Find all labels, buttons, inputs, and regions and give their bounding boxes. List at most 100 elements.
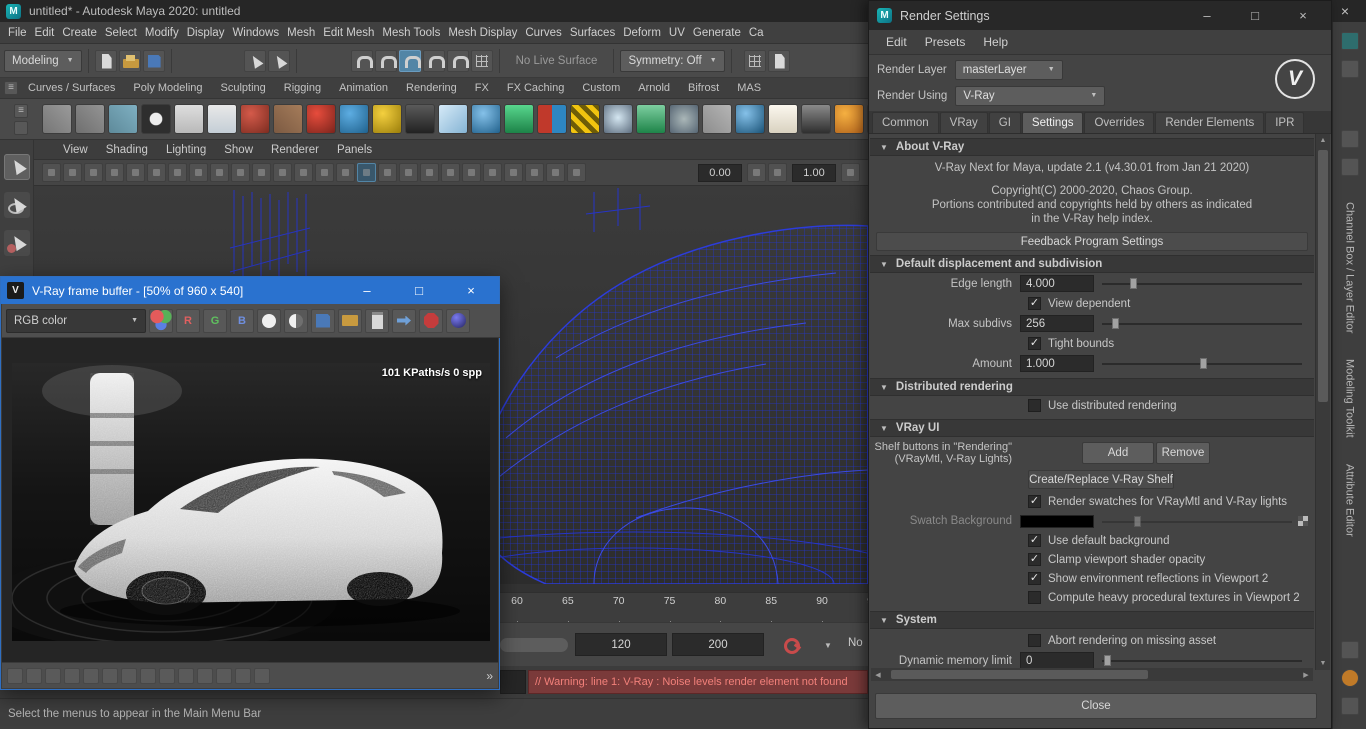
slider-handle[interactable]: [1130, 278, 1137, 289]
open-scene-icon[interactable]: [119, 50, 141, 72]
redo-icon[interactable]: [268, 50, 290, 72]
shelf-tab-rigging[interactable]: Rigging: [276, 82, 329, 94]
command-input[interactable]: [500, 670, 526, 694]
section-displacement[interactable]: ▼ Default displacement and subdivision: [870, 255, 1314, 273]
render-last-icon[interactable]: [446, 309, 470, 333]
tab-render-elements[interactable]: Render Elements: [1155, 112, 1264, 133]
grid-icon[interactable]: [189, 163, 208, 182]
slider-handle[interactable]: [1112, 318, 1119, 329]
create-replace-shelf-button[interactable]: Create/Replace V-Ray Shelf: [1028, 470, 1174, 489]
two-d-pan-zoom-icon[interactable]: [147, 163, 166, 182]
new-scene-icon[interactable]: [95, 50, 117, 72]
wireframe-on-shaded-icon[interactable]: [378, 163, 397, 182]
section-system[interactable]: ▼ System: [870, 611, 1314, 629]
select-camera-icon[interactable]: [42, 163, 61, 182]
channel-selector[interactable]: RGB color ▼: [6, 309, 146, 333]
rgb-channels-icon[interactable]: [149, 309, 173, 333]
swatch-background-color[interactable]: [1020, 515, 1094, 528]
max-subdivs-field[interactable]: 256: [1020, 315, 1094, 332]
vfb-maximize-button[interactable]: □: [397, 277, 441, 304]
viewport20-options-icon[interactable]: [841, 163, 860, 182]
isolate-select-icon[interactable]: [546, 163, 565, 182]
vertical-scrollbar[interactable]: ▲ ▼: [1315, 134, 1330, 670]
character-set-label[interactable]: No: [848, 637, 868, 649]
motion-blur-icon[interactable]: [483, 163, 502, 182]
paint-select-tool[interactable]: [4, 230, 30, 256]
view-dependent-checkbox[interactable]: ✓: [1028, 297, 1041, 310]
use-all-lights-icon[interactable]: [420, 163, 439, 182]
exposure-icon[interactable]: [747, 163, 766, 182]
red-blue-checker-icon[interactable]: [537, 104, 567, 134]
clamp-opacity-checkbox[interactable]: ✓: [1028, 553, 1041, 566]
close-button[interactable]: Close: [875, 693, 1317, 719]
menu-select[interactable]: Select: [101, 27, 141, 39]
scrollbar-thumb[interactable]: [891, 670, 1148, 679]
icc-profile-icon[interactable]: [178, 668, 194, 684]
vray-render-icon[interactable]: [141, 104, 171, 134]
wire-globe-icon[interactable]: [603, 104, 633, 134]
shelf-tab-poly-modeling[interactable]: Poly Modeling: [125, 82, 210, 94]
thumbnail-view-icon[interactable]: [26, 668, 42, 684]
resolution-gate-icon[interactable]: [231, 163, 250, 182]
viewport-renderer-icon[interactable]: [567, 163, 586, 182]
menu-create[interactable]: Create: [58, 27, 101, 39]
menu-file[interactable]: File: [4, 27, 31, 39]
save-scene-icon[interactable]: [143, 50, 165, 72]
alpha-channel-icon[interactable]: [257, 309, 281, 333]
section-vray-ui[interactable]: ▼ VRay UI: [870, 419, 1314, 437]
panel-menu-panels[interactable]: Panels: [330, 144, 379, 156]
shelf-tab-fx[interactable]: FX: [467, 82, 497, 94]
section-distributed-rendering[interactable]: ▼ Distributed rendering: [870, 378, 1314, 396]
histogram-icon[interactable]: [64, 668, 80, 684]
max-subdivs-slider[interactable]: [1102, 315, 1302, 332]
edge-length-slider[interactable]: [1102, 275, 1302, 292]
monochrome-icon[interactable]: [284, 309, 308, 333]
blue-sphere-icon[interactable]: [339, 104, 369, 134]
menu-generate[interactable]: Generate: [689, 27, 745, 39]
scrollbar-track[interactable]: [885, 668, 1299, 681]
panel-menu-shading[interactable]: Shading: [99, 144, 155, 156]
tab-vray[interactable]: VRay: [940, 112, 988, 133]
rs-menu-edit[interactable]: Edit: [877, 35, 916, 49]
copy-to-clipboard-icon[interactable]: [365, 309, 389, 333]
region-render-icon[interactable]: [254, 668, 270, 684]
shelf-options-icon[interactable]: ≡: [14, 104, 28, 118]
image-plane-icon[interactable]: [126, 163, 145, 182]
vfb-close-button[interactable]: ×: [449, 277, 493, 304]
tab-common[interactable]: Common: [872, 112, 939, 133]
pencil-curve-icon[interactable]: [42, 104, 72, 134]
tab-modeling-toolkit[interactable]: Modeling Toolkit: [1344, 359, 1356, 438]
rs-menu-help[interactable]: Help: [974, 35, 1017, 49]
pixel-info-icon[interactable]: [45, 668, 61, 684]
menu-uv[interactable]: UV: [665, 27, 689, 39]
panel-menu-view[interactable]: View: [56, 144, 95, 156]
slider-handle[interactable]: [1134, 516, 1141, 527]
tab-channel-box-layer-editor[interactable]: Channel Box / Layer Editor: [1344, 202, 1356, 333]
curves-icon[interactable]: [140, 668, 156, 684]
horizontal-scrollbar[interactable]: ◀ ▶: [871, 668, 1313, 681]
more-tools-chevron-icon[interactable]: »: [486, 669, 493, 683]
command-result-warning[interactable]: // Warning: line 1: V-Ray : Noise levels…: [528, 670, 868, 694]
snap-to-grids-icon[interactable]: [351, 50, 373, 72]
red-channel-button[interactable]: R: [176, 309, 200, 333]
rs-maximize-button[interactable]: □: [1235, 1, 1275, 30]
camera-attributes-icon[interactable]: [84, 163, 103, 182]
background-toggle-icon[interactable]: [216, 668, 232, 684]
rs-menu-presets[interactable]: Presets: [916, 35, 975, 49]
menu-mesh-display[interactable]: Mesh Display: [444, 27, 521, 39]
green-ramp-icon[interactable]: [504, 104, 534, 134]
menu-edit-mesh[interactable]: Edit Mesh: [319, 27, 378, 39]
dynamic-memory-slider[interactable]: [1102, 652, 1302, 669]
people-pair-icon[interactable]: [273, 104, 303, 134]
menu-mesh-tools[interactable]: Mesh Tools: [378, 27, 444, 39]
render-swatches-checkbox[interactable]: ✓: [1028, 495, 1041, 508]
gate-mask-icon[interactable]: [252, 163, 271, 182]
green-channel-button[interactable]: G: [203, 309, 227, 333]
water-drop-icon[interactable]: [471, 104, 501, 134]
blue-ball-icon[interactable]: [735, 104, 765, 134]
section-about-vray[interactable]: ▼ About V-Ray: [870, 138, 1314, 156]
grease-pencil-icon[interactable]: [168, 163, 187, 182]
orange-sphere-icon[interactable]: [834, 104, 864, 134]
red-sphere-icon[interactable]: [306, 104, 336, 134]
panel-menu-renderer[interactable]: Renderer: [264, 144, 326, 156]
